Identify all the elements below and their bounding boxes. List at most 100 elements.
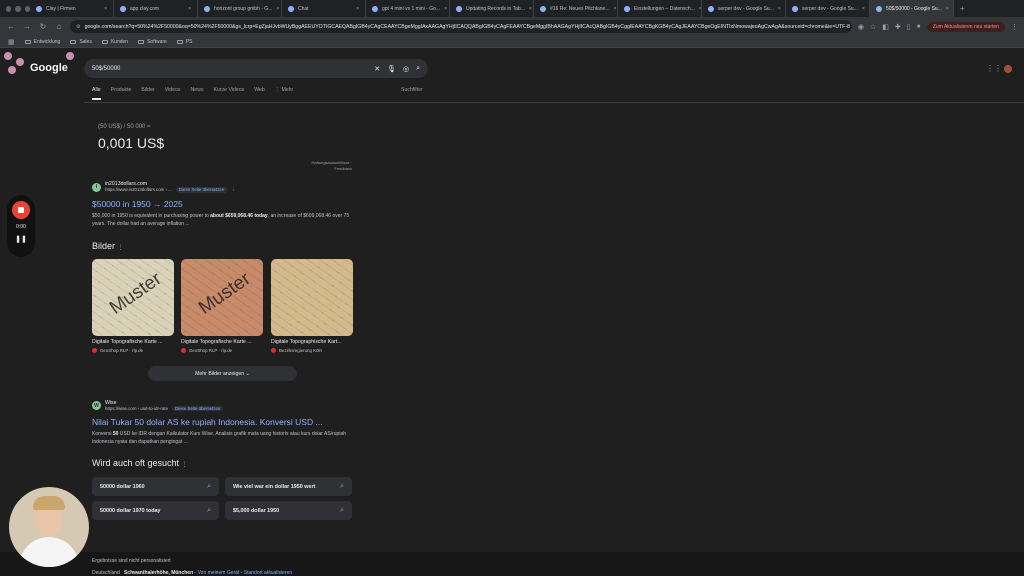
tab-kurze-videos[interactable]: Kurze Videos xyxy=(213,87,244,100)
favicon-icon xyxy=(456,5,462,12)
browser-tab[interactable]: horizont group gmbh - G... × xyxy=(198,0,282,17)
close-tab-icon[interactable]: × xyxy=(778,6,781,12)
site-info-icon[interactable]: ⚙ xyxy=(76,24,81,30)
related-search-chip[interactable]: 50000 dollar 1970 today ⌕ xyxy=(92,501,219,520)
location-text: Schwanthalerhöhe, München xyxy=(123,570,194,576)
minimize-window-button[interactable] xyxy=(15,5,21,12)
browser-tab[interactable]: serper dev - Google Su... × xyxy=(786,0,870,17)
feedback-link[interactable]: Feedback xyxy=(334,166,352,171)
close-tab-icon[interactable]: × xyxy=(613,6,616,12)
back-icon[interactable]: ← xyxy=(6,22,16,31)
search-icon[interactable]: ⌕ xyxy=(416,65,420,73)
related-search-chip[interactable]: 50000 dollar 1960 ⌕ xyxy=(92,477,219,496)
close-tab-icon[interactable]: × xyxy=(188,6,191,12)
browser-tab[interactable]: serper dev - Google Su... × xyxy=(702,0,786,17)
close-tab-icon[interactable]: × xyxy=(862,6,865,12)
extensions-puzzle-icon[interactable]: ✚ xyxy=(895,23,901,31)
bookmark-folder[interactable]: Kunden xyxy=(101,39,128,45)
result-title-link[interactable]: Nilai Tukar 50 dolar AS ke rupiah Indone… xyxy=(92,417,362,427)
close-tab-icon[interactable]: × xyxy=(104,6,107,12)
location-row: Deutschland Schwanthalerhöhe, München - … xyxy=(92,570,293,576)
bookmark-folder[interactable]: Entwicklung xyxy=(24,39,60,45)
source-favicon-icon xyxy=(92,348,97,353)
favicon-icon xyxy=(372,5,378,12)
image-title: Digitale Topographische Kart... xyxy=(271,339,342,345)
source-favicon-icon xyxy=(271,348,276,353)
search-icon: ⌕ xyxy=(340,506,344,514)
browser-tab[interactable]: Chat × xyxy=(282,0,366,17)
favicon-icon xyxy=(624,5,630,12)
image-result[interactable]: Muster Digitale Topografische Karte ... … xyxy=(181,259,263,353)
tab-alle[interactable]: Alle xyxy=(92,87,101,100)
location-icon[interactable]: ◉ xyxy=(858,23,864,31)
more-images-button[interactable]: Mehr Bilder anzeigen ⌄ xyxy=(148,366,297,381)
browser-tab-active[interactable]: 50$/50000 - Google Su... × xyxy=(870,0,954,17)
browser-toolbar: ← → ↻ ⌂ ⚙ google.com/search?q=50%24%2F50… xyxy=(0,17,1024,36)
clear-icon[interactable]: ✕ xyxy=(374,65,380,73)
stop-recording-button[interactable] xyxy=(12,201,30,219)
google-logo[interactable]: Google xyxy=(30,62,68,74)
bookmark-folder[interactable]: Sales xyxy=(70,39,92,45)
address-bar[interactable]: ⚙ google.com/search?q=50%24%2F50000&oq=5… xyxy=(70,20,852,33)
close-tab-icon[interactable]: × xyxy=(356,6,359,12)
result-source[interactable]: I in2013dollars.com https://www.in2013do… xyxy=(92,181,362,193)
browser-tab[interactable]: Updating Records in Tab... × xyxy=(450,0,534,17)
search-icon: ⌕ xyxy=(207,506,211,514)
translate-page-link[interactable]: Diese Seite übersetzen xyxy=(171,406,224,411)
microphone-icon[interactable]: 🎙 xyxy=(387,65,396,73)
update-restart-button[interactable]: Zum Aktualisieren neu starten xyxy=(926,21,1005,32)
result-source[interactable]: W Wise https://wise.com › usd-to-idr-rat… xyxy=(92,400,362,411)
bookmark-folder[interactable]: Software xyxy=(138,39,167,45)
search-input[interactable]: 50$/50000 ✕ 🎙 ◎ ⌕ xyxy=(84,59,428,78)
tab-bilder[interactable]: Bilder xyxy=(141,87,154,100)
search-tools-button[interactable]: Suchfilter xyxy=(401,87,423,93)
browser-tab[interactable]: Einstellungen – Datensch... × xyxy=(618,0,702,17)
browser-tab[interactable]: Clay | Firmen × xyxy=(30,0,114,17)
more-options-icon[interactable]: ⋮ xyxy=(118,245,124,251)
close-window-button[interactable] xyxy=(6,5,12,12)
new-tab-button[interactable]: + xyxy=(954,4,971,13)
browser-tab[interactable]: app.clay.com × xyxy=(114,0,198,17)
profile-icon[interactable]: ● xyxy=(917,23,921,30)
tab-videos[interactable]: Videos xyxy=(165,87,181,100)
close-tab-icon[interactable]: × xyxy=(444,6,447,12)
image-result[interactable]: Digitale Topographische Kart... Bezirksr… xyxy=(271,259,353,353)
browser-tab[interactable]: #16 Re: Neues Pitchlane... × xyxy=(534,0,618,17)
image-result[interactable]: Muster Digitale Topografische Karte ... … xyxy=(92,259,174,353)
browser-tab[interactable]: gpt 4 mini vs 1 mini - Go... × xyxy=(366,0,450,17)
tab-web[interactable]: Web xyxy=(254,87,265,100)
side-panel-icon[interactable]: ▯ xyxy=(907,23,911,31)
pause-icon[interactable]: ❚❚ xyxy=(7,235,35,243)
tab-news[interactable]: News xyxy=(190,87,203,100)
apps-grid-icon[interactable]: ▦ xyxy=(8,38,15,46)
tab-mehr[interactable]: ⋮ Mehr xyxy=(275,87,293,100)
more-options-icon[interactable]: ⋮ xyxy=(182,462,188,468)
menu-kebab-icon[interactable]: ⋮ xyxy=(1011,23,1018,31)
favicon-icon xyxy=(288,5,294,12)
google-apps-icon[interactable]: ⋮⋮ xyxy=(986,64,1002,73)
result-title-link[interactable]: $50000 in 1950 → 2025 xyxy=(92,199,362,209)
close-tab-icon[interactable]: × xyxy=(276,6,279,12)
extension-icon[interactable]: ◧ xyxy=(882,23,889,31)
favicon-icon xyxy=(708,5,714,12)
related-search-chip[interactable]: $5,000 dollar 1950 ⌕ xyxy=(225,501,352,520)
related-search-chip[interactable]: Wie viel war ein dollar 1950 wert ⌕ xyxy=(225,477,352,496)
update-location-link[interactable]: Standort aktualisieren xyxy=(244,570,292,576)
from-device-link[interactable]: Von meinem Gerät xyxy=(198,570,240,576)
close-tab-icon[interactable]: × xyxy=(529,6,532,12)
more-options-icon[interactable]: ⋮ xyxy=(231,187,235,193)
close-tab-icon[interactable]: × xyxy=(946,6,949,12)
bookmark-folder[interactable]: PS xyxy=(176,39,192,45)
home-icon[interactable]: ⌂ xyxy=(54,22,64,31)
forward-icon[interactable]: → xyxy=(22,22,32,31)
favicon-icon xyxy=(204,5,210,12)
bookmark-star-icon[interactable]: ☆ xyxy=(870,23,876,31)
lens-camera-icon[interactable]: ◎ xyxy=(403,65,409,73)
tab-produkte[interactable]: Produkte xyxy=(111,87,132,100)
translate-page-link[interactable]: Diese Seite übersetzen xyxy=(175,187,228,193)
reload-icon[interactable]: ↻ xyxy=(38,22,48,31)
screen-recorder-widget: 0:00 ❚❚ xyxy=(7,195,35,257)
disclaimer-link[interactable]: Haftungsausschlüsse · xyxy=(312,160,352,165)
map-thumbnail: Muster xyxy=(92,259,174,336)
account-avatar[interactable] xyxy=(1004,65,1012,73)
